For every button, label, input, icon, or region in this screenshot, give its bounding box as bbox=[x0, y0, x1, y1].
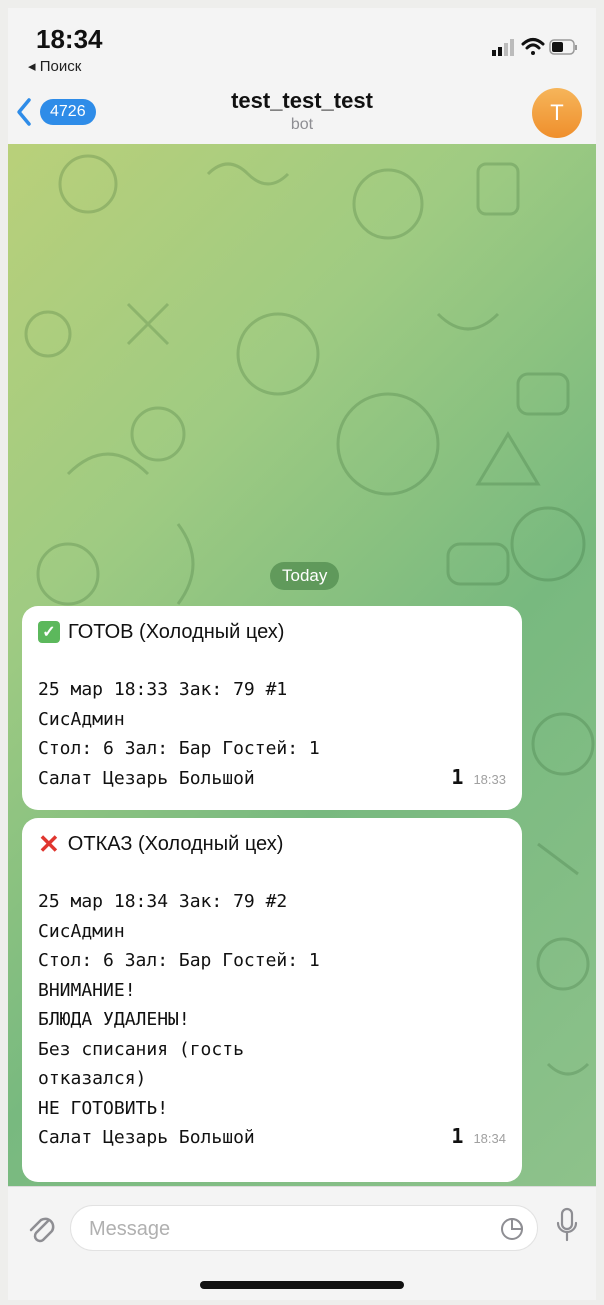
status-bar: 18:34 ◂ Поиск bbox=[8, 8, 596, 78]
message-line: ВНИМАНИЕ! bbox=[38, 979, 136, 1001]
message-line: НЕ ГОТОВИТЬ! bbox=[38, 1097, 169, 1119]
chat-title[interactable]: test_test_test bbox=[8, 88, 596, 114]
message-line: Стол: 6 Зал: Бар Гостей: 1 bbox=[38, 950, 320, 971]
message-line: отказался) bbox=[38, 1068, 147, 1089]
message-item-row: Салат Цезарь Большой 1 18:34 bbox=[38, 1123, 506, 1153]
message-item-row: Салат Цезарь Большой 1 18:33 bbox=[38, 764, 506, 794]
message-line: 25 мар 18:33 Зак: 79 #1 bbox=[38, 679, 288, 700]
message-item: Салат Цезарь Большой bbox=[38, 1127, 255, 1148]
message-status-text: ГОТОВ (Холодный цех) bbox=[68, 620, 285, 643]
message-line: Без списания (гость bbox=[38, 1038, 244, 1060]
message-bubble[interactable]: ✓ ГОТОВ (Холодный цех) 25 мар 18:33 Зак:… bbox=[22, 606, 522, 810]
avatar[interactable]: T bbox=[532, 88, 582, 138]
mic-icon[interactable] bbox=[556, 1207, 578, 1243]
message-headline: ✕ ОТКАЗ (Холодный цех) bbox=[38, 830, 506, 858]
message-headline: ✓ ГОТОВ (Холодный цех) bbox=[38, 618, 506, 646]
composer-bar: Message bbox=[8, 1186, 596, 1300]
message-status-text: ОТКАЗ (Холодный цех) bbox=[67, 832, 284, 855]
message-item: Салат Цезарь Большой bbox=[38, 767, 255, 789]
chat-header: 4726 test_test_test bot T bbox=[8, 78, 596, 145]
date-separator: Today bbox=[270, 562, 340, 590]
check-mark-icon: ✓ bbox=[38, 621, 60, 643]
message-line: СисАдмин bbox=[38, 920, 125, 942]
cross-mark-icon: ✕ bbox=[38, 829, 60, 859]
home-indicator bbox=[200, 1281, 404, 1289]
message-line: БЛЮДА УДАЛЕНЫ! bbox=[38, 1009, 190, 1030]
message-line: Стол: 6 Зал: Бар Гостей: 1 bbox=[38, 738, 320, 759]
message-qty: 1 bbox=[451, 1124, 464, 1148]
wifi-icon bbox=[521, 38, 545, 55]
message-placeholder: Message bbox=[89, 1218, 171, 1240]
status-icons bbox=[492, 38, 577, 56]
message-qty: 1 bbox=[451, 764, 464, 789]
battery-icon bbox=[549, 39, 577, 55]
message-timestamp: 18:33 bbox=[473, 771, 506, 787]
phone-screen: 18:34 ◂ Поиск 4726 test_test_test bot T … bbox=[8, 8, 596, 1300]
message-bubble[interactable]: ✕ ОТКАЗ (Холодный цех) 25 мар 18:34 Зак:… bbox=[22, 818, 522, 1182]
chat-area[interactable]: Today ✓ ГОТОВ (Холодный цех) 25 мар 18:3… bbox=[8, 144, 596, 1186]
signal-icon bbox=[492, 39, 514, 56]
sticker-icon[interactable] bbox=[499, 1216, 525, 1242]
status-time: 18:34 bbox=[36, 24, 103, 54]
message-timestamp: 18:34 bbox=[473, 1131, 506, 1146]
back-to-app-link[interactable]: ◂ Поиск bbox=[28, 57, 81, 75]
message-input[interactable]: Message bbox=[70, 1205, 538, 1251]
message-line: 25 мар 18:34 Зак: 79 #2 bbox=[38, 891, 288, 912]
attach-icon[interactable] bbox=[26, 1211, 56, 1245]
message-line: СисАдмин bbox=[38, 708, 125, 730]
chat-subtitle: bot bbox=[290, 116, 314, 133]
